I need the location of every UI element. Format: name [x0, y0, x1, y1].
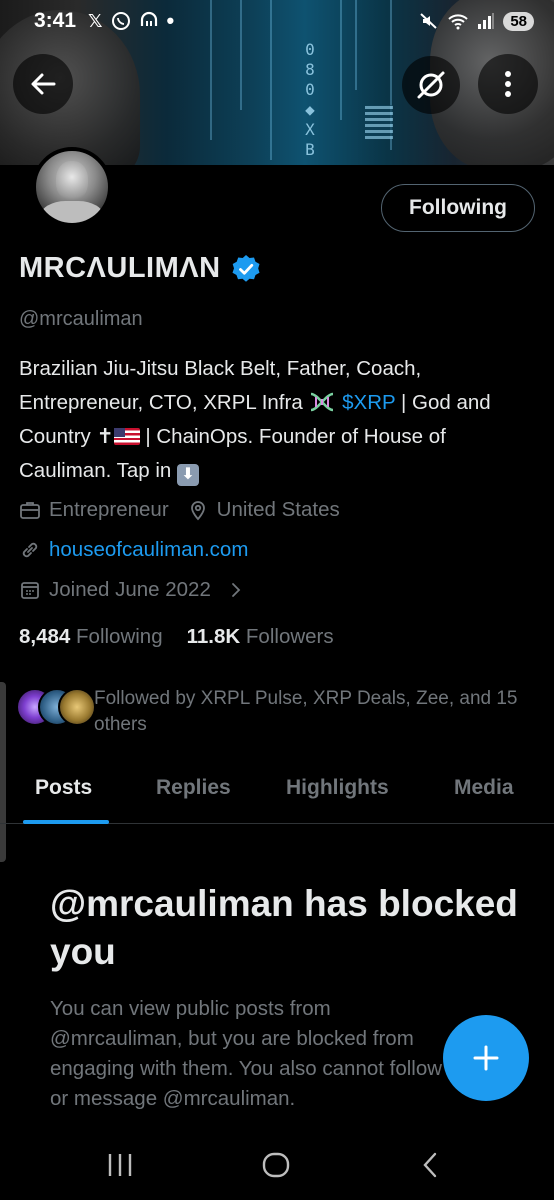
display-name-row: MRCΛULIMΛN — [19, 252, 261, 285]
following-stat[interactable]: 8,484 Following — [19, 625, 163, 649]
blocked-body: You can view public posts from @mrcaulim… — [50, 997, 443, 1110]
banner-glyphs: 0 8 0 ◆ X B — [305, 40, 315, 159]
profile-meta-website: houseofcauliman.com — [19, 538, 248, 562]
profile-location: United States — [216, 498, 340, 521]
us-flag-emoji-icon — [113, 428, 140, 445]
xrp-cashtag-link[interactable]: $XRP — [342, 391, 395, 414]
following-button[interactable]: Following — [381, 184, 535, 232]
tab-highlights[interactable]: Highlights — [286, 776, 389, 800]
banner-qr — [365, 105, 393, 139]
system-back-button[interactable] — [410, 1148, 450, 1182]
mute-icon — [420, 13, 437, 29]
followed-by-row[interactable]: Followed by XRPL Pulse, XRP Deals, Zee, … — [16, 686, 544, 738]
system-nav-bar — [0, 1130, 554, 1200]
avatar-face — [56, 161, 88, 201]
profile-tabs: Posts Replies Highlights Media — [0, 760, 554, 824]
location-pin-icon — [190, 501, 205, 521]
x-icon: 𝕏 — [88, 10, 103, 31]
arrow-left-icon — [31, 73, 56, 95]
follow-stats: 8,484 Following 11.8K Followers — [19, 625, 334, 649]
followed-by-avatars — [16, 688, 96, 730]
avatar-body — [40, 201, 104, 223]
more-vertical-icon — [505, 71, 511, 97]
dna-emoji-icon — [311, 392, 334, 412]
wifi-icon — [448, 14, 469, 30]
following-count: 8,484 — [19, 625, 71, 648]
briefcase-icon — [20, 502, 40, 519]
recents-button[interactable] — [100, 1148, 140, 1182]
notification-icons: 𝕏 • — [88, 8, 174, 34]
chevron-right-icon — [231, 583, 241, 597]
more-options-button[interactable] — [478, 54, 538, 114]
down-arrow-emoji-icon: ⬇ — [177, 464, 200, 486]
profile-meta-joined[interactable]: Joined June 2022 — [19, 578, 247, 602]
followers-stat[interactable]: 11.8K Followers — [187, 625, 334, 649]
grok-icon — [417, 71, 445, 99]
verified-badge-icon[interactable] — [231, 254, 261, 284]
battery-indicator: 58 — [503, 11, 534, 31]
profile-category: Entrepreneur — [49, 498, 169, 521]
display-name: MRCΛULIMΛN — [19, 252, 221, 284]
threads-icon — [140, 11, 157, 26]
profile-bio: Brazilian Jiu-Jitsu Black Belt, Father, … — [19, 352, 534, 488]
status-time: 3:41 — [34, 9, 77, 32]
plus-icon — [473, 1045, 499, 1071]
following-label: Following — [76, 625, 163, 648]
profile-handle: @mrcauliman — [19, 308, 143, 330]
profile-meta-category-location: Entrepreneur United States — [19, 498, 340, 522]
profile-avatar[interactable] — [32, 147, 112, 227]
profile-joined: Joined June 2022 — [49, 578, 211, 601]
back-icon — [423, 1152, 437, 1178]
home-button[interactable] — [256, 1148, 296, 1182]
avatar — [58, 688, 96, 726]
link-icon — [22, 542, 38, 558]
status-right-icons: 58 — [419, 11, 534, 31]
followers-count: 11.8K — [186, 625, 241, 648]
followers-label: Followers — [245, 625, 334, 648]
grok-button[interactable] — [402, 56, 460, 114]
signal-icon — [478, 13, 495, 29]
whatsapp-icon — [111, 12, 130, 30]
tab-media[interactable]: Media — [454, 776, 514, 800]
tab-replies[interactable]: Replies — [156, 776, 231, 800]
tab-posts[interactable]: Posts — [35, 776, 92, 800]
recents-icon — [108, 1154, 132, 1176]
blocked-title: @mrcauliman has blocked you — [50, 883, 518, 972]
back-button[interactable] — [13, 54, 73, 114]
status-bar: 3:41 𝕏 • 58 — [0, 0, 554, 42]
active-tab-indicator — [23, 820, 109, 824]
followed-by-text: Followed by XRPL Pulse, XRP Deals, Zee, … — [94, 688, 518, 735]
dot-icon: • — [166, 8, 175, 33]
calendar-icon — [21, 582, 39, 599]
home-icon — [262, 1152, 290, 1178]
profile-website-link[interactable]: houseofcauliman.com — [49, 538, 248, 562]
compose-post-button[interactable] — [443, 1015, 529, 1101]
